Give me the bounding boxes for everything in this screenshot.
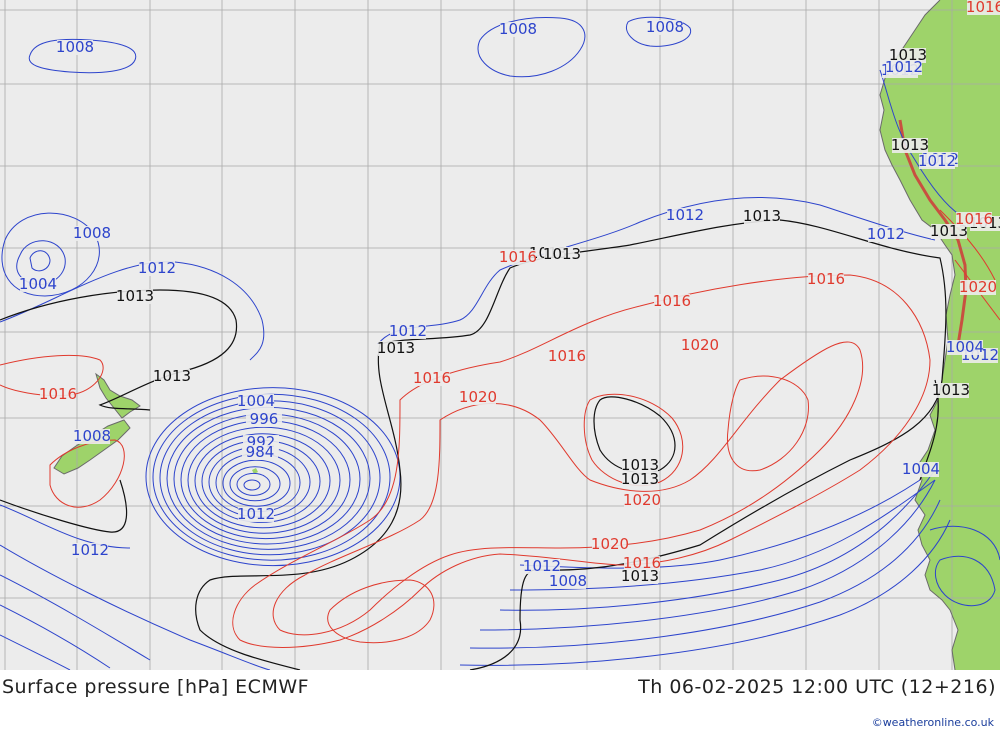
isobar-label: 1016 bbox=[413, 369, 451, 387]
pressure-map: 160E170E180170W160W150W140W130W120W110W1… bbox=[0, 0, 1000, 670]
isobar-label: 1012 bbox=[138, 259, 176, 277]
isobar-label: 1020 bbox=[591, 535, 629, 553]
isobar-label: 984 bbox=[246, 443, 275, 461]
isobar-label: 1008 bbox=[56, 38, 94, 56]
isobar-label: 1016 bbox=[807, 270, 845, 288]
isobar-label: 1004 bbox=[237, 392, 275, 410]
isobar-label: 1013 bbox=[116, 287, 154, 305]
isobar-label: 1008 bbox=[73, 224, 111, 242]
isobar-label: 1013 bbox=[743, 207, 781, 225]
isobar-label: 1016 bbox=[39, 385, 77, 403]
isobar-label: 1016 bbox=[499, 248, 537, 266]
isobar-label: 1016 bbox=[548, 347, 586, 365]
isobar-label: 1012 bbox=[237, 505, 275, 523]
isobar-label: 1012 bbox=[867, 225, 905, 243]
isobar-label: 1016 bbox=[955, 210, 993, 228]
isobar-label: 1016 bbox=[653, 292, 691, 310]
isobar-label: 1008 bbox=[549, 572, 587, 590]
isobar-label: 1012 bbox=[918, 152, 956, 170]
credit-link[interactable]: ©weatheronline.co.uk bbox=[872, 716, 994, 729]
isobar-label: 1020 bbox=[959, 278, 997, 296]
isobar-label: 1013 bbox=[153, 367, 191, 385]
isobar-label: 1020 bbox=[681, 336, 719, 354]
isobar-label: 1013 bbox=[932, 381, 970, 399]
isobar-label: 1004 bbox=[902, 460, 940, 478]
isobar-label: 1013 bbox=[621, 470, 659, 488]
isobar-label: 1004 bbox=[19, 275, 57, 293]
isobar-label: 1008 bbox=[646, 18, 684, 36]
isobar-label: 1012 bbox=[389, 322, 427, 340]
forecast-datetime: Th 06-02-2025 12:00 UTC (12+216) bbox=[638, 676, 996, 698]
isobar-label: 1013 bbox=[543, 245, 581, 263]
isobar-label: 1012 bbox=[885, 58, 923, 76]
isobar-label: 1008 bbox=[499, 20, 537, 38]
isobar-label: 1013 bbox=[621, 567, 659, 585]
isobar-label: 1013 bbox=[377, 339, 415, 357]
isobar-label: 1012 bbox=[71, 541, 109, 559]
isobar-label: 1012 bbox=[666, 206, 704, 224]
isobar-label: 1016 bbox=[966, 0, 1000, 16]
isobar-label: 1004 bbox=[946, 338, 984, 356]
isobar-label: 1008 bbox=[73, 427, 111, 445]
isobar-label: 1020 bbox=[623, 491, 661, 509]
map-title: Surface pressure [hPa] ECMWF bbox=[2, 676, 310, 698]
isobar-label: 1020 bbox=[459, 388, 497, 406]
isobar-label: 996 bbox=[250, 410, 279, 428]
